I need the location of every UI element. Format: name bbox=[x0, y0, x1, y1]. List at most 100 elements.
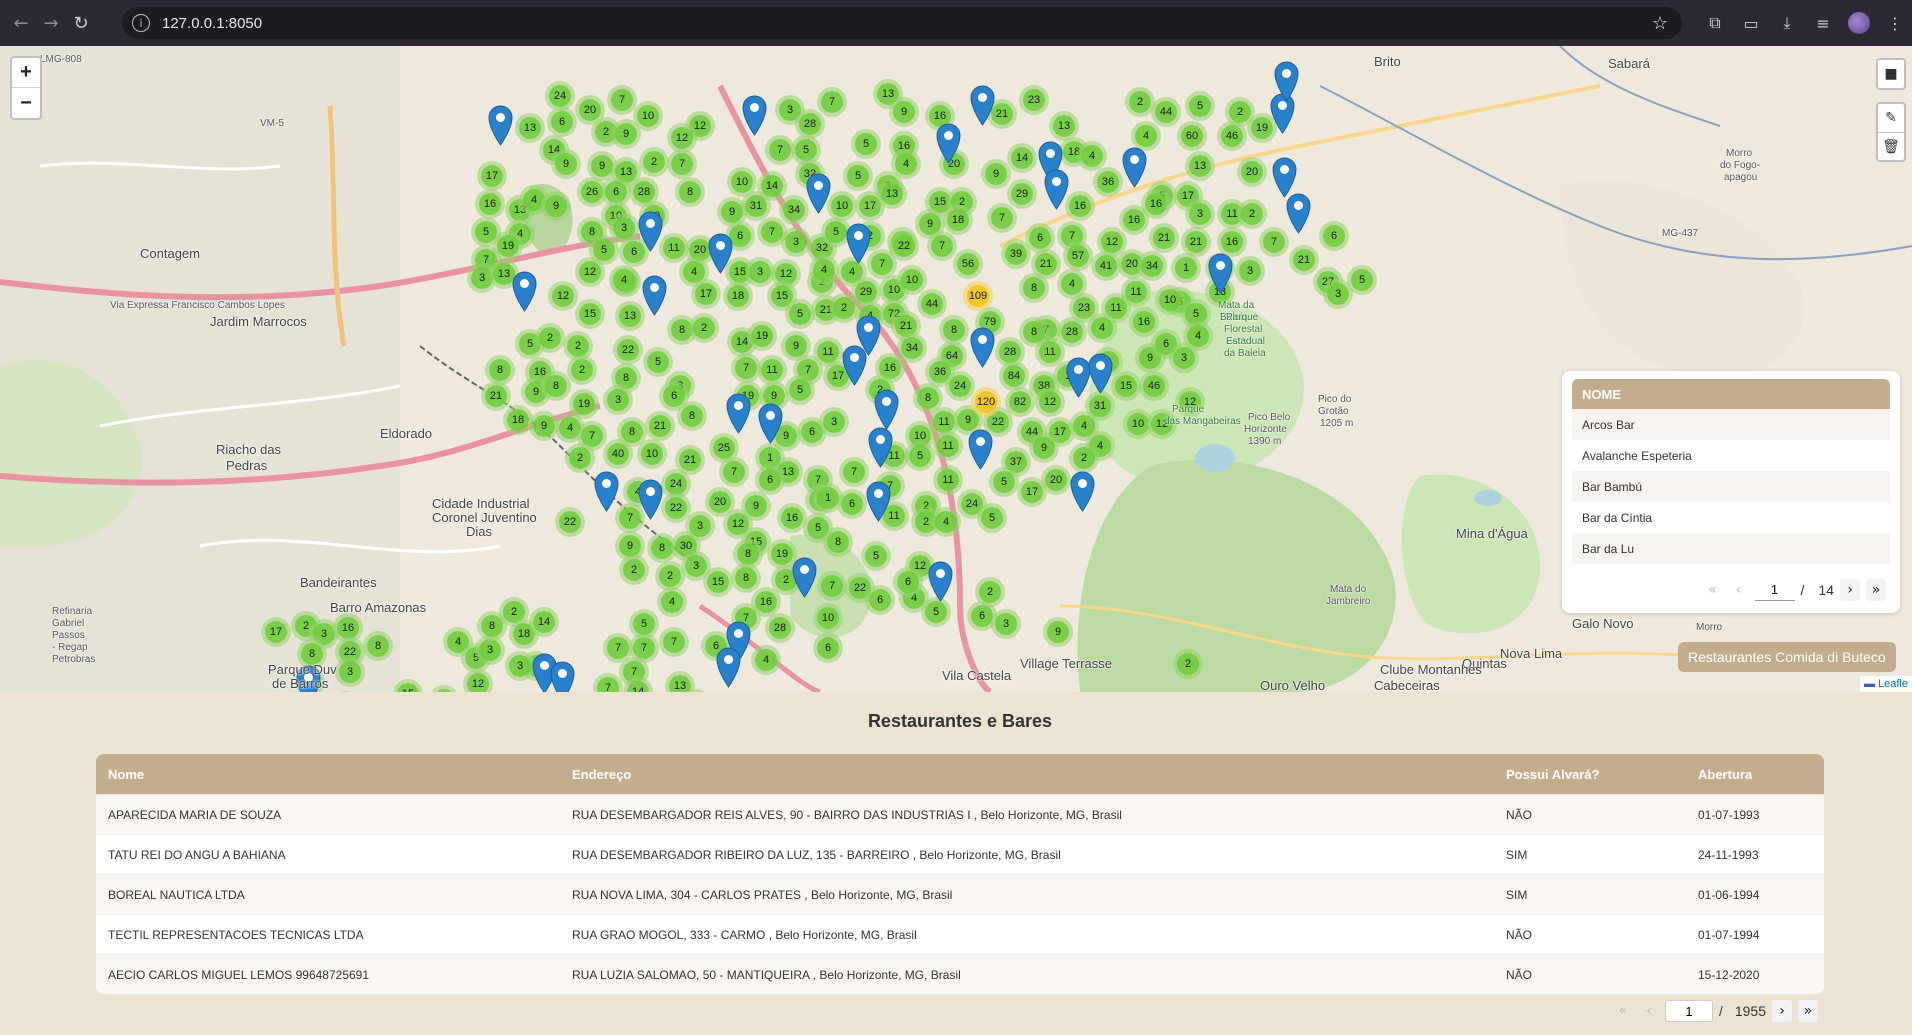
marker-cluster[interactable]: 4 bbox=[609, 265, 639, 295]
marker-cluster[interactable]: 15 bbox=[703, 567, 733, 597]
map-pin-icon[interactable] bbox=[1122, 147, 1147, 188]
map[interactable]: 24 20 7 10 12 3 28 7 13 9 16 21 23 2 44 5 2 13 6 2 9 12 7 5 5 16 1… bbox=[0, 46, 1912, 692]
marker-cluster[interactable]: 21 bbox=[1289, 245, 1319, 275]
marker-cluster[interactable]: 4 bbox=[891, 149, 921, 179]
draw-rectangle-icon[interactable]: ■ bbox=[1878, 60, 1904, 88]
download-icon[interactable]: ⤓ bbox=[1776, 12, 1798, 34]
marker-cluster[interactable]: 31 bbox=[741, 191, 771, 221]
side-table-row[interactable]: Bar da Cíntia bbox=[1572, 502, 1890, 533]
side-table-row[interactable]: Arcos Bar bbox=[1572, 409, 1890, 440]
marker-cluster[interactable]: 9 bbox=[981, 159, 1011, 189]
marker-cluster[interactable]: 3 bbox=[1323, 279, 1353, 309]
marker-cluster[interactable]: 6 bbox=[755, 465, 785, 495]
map-pin-icon[interactable] bbox=[1070, 471, 1095, 512]
marker-cluster[interactable]: 7 bbox=[719, 457, 749, 487]
map-pin-icon[interactable] bbox=[1088, 353, 1113, 394]
cast-icon[interactable]: ▭ bbox=[1740, 12, 1762, 34]
marker-cluster[interactable]: 8 bbox=[363, 631, 393, 661]
marker-cluster[interactable]: 3 bbox=[781, 227, 811, 257]
col-alvara[interactable]: Possui Alvará? bbox=[1494, 767, 1686, 782]
map-pin-icon[interactable] bbox=[846, 223, 871, 264]
side-page-input[interactable] bbox=[1754, 579, 1795, 601]
marker-cluster[interactable]: 22 bbox=[889, 231, 919, 261]
marker-cluster[interactable]: 18 bbox=[503, 405, 533, 435]
marker-cluster[interactable]: 3 bbox=[1185, 199, 1215, 229]
marker-cluster[interactable]: 3 bbox=[991, 609, 1021, 639]
marker-cluster[interactable]: 16 bbox=[1065, 191, 1095, 221]
map-pin-icon[interactable] bbox=[842, 345, 867, 386]
marker-cluster[interactable]: 5 bbox=[861, 541, 891, 571]
extensions-icon[interactable]: ⧉ bbox=[1704, 12, 1726, 34]
marker-cluster[interactable]: 2 bbox=[567, 355, 597, 385]
marker-cluster[interactable]: 19 bbox=[747, 321, 777, 351]
marker-cluster[interactable]: 11 bbox=[933, 465, 963, 495]
side-table-row[interactable]: Bar Bambú bbox=[1572, 471, 1890, 502]
map-pin-icon[interactable] bbox=[1274, 61, 1299, 102]
marker-cluster[interactable]: 19 bbox=[493, 231, 523, 261]
marker-cluster[interactable]: 22 bbox=[555, 507, 585, 537]
marker-cluster[interactable]: 84 bbox=[999, 361, 1029, 391]
next-page-icon[interactable]: › bbox=[1840, 579, 1860, 601]
map-pin-icon[interactable] bbox=[936, 123, 961, 164]
marker-cluster[interactable]: 12 bbox=[575, 257, 605, 287]
marker-cluster[interactable]: 2 bbox=[689, 313, 719, 343]
marker-cluster[interactable]: 9 bbox=[1043, 617, 1073, 647]
map-pin-icon[interactable] bbox=[550, 661, 575, 692]
marker-cluster[interactable]: 10 bbox=[813, 603, 843, 633]
side-table-row[interactable]: Avalanche Espeteria bbox=[1572, 440, 1890, 471]
marker-cluster[interactable]: 11 bbox=[933, 431, 963, 461]
marker-cluster[interactable]: 5 bbox=[977, 503, 1007, 533]
table-row[interactable]: BOREAL NAUTICA LTDA RUA NOVA LIMA, 304 -… bbox=[96, 874, 1824, 914]
marker-cluster[interactable]: 7 bbox=[839, 457, 869, 487]
marker-cluster[interactable]: 20 bbox=[1237, 157, 1267, 187]
marker-cluster[interactable]: 3 bbox=[685, 511, 715, 541]
table-row[interactable]: TECTIL REPRESENTACOES TECNICAS LTDA RUA … bbox=[96, 914, 1824, 954]
attribution-text[interactable]: Leafle bbox=[1878, 678, 1908, 690]
marker-cluster[interactable]: 8 bbox=[1019, 273, 1049, 303]
marker-cluster[interactable]: 4 bbox=[1077, 141, 1107, 171]
map-pin-icon[interactable] bbox=[868, 427, 893, 468]
map-pin-icon[interactable] bbox=[806, 173, 831, 214]
marker-cluster[interactable]: 5 bbox=[989, 467, 1019, 497]
marker-cluster[interactable]: 5 bbox=[851, 129, 881, 159]
media-icon[interactable]: ≡ bbox=[1812, 12, 1834, 34]
marker-cluster[interactable]: 8 bbox=[1019, 317, 1049, 347]
marker-cluster[interactable]: 40 bbox=[603, 439, 633, 469]
marker-cluster[interactable]: 60 bbox=[1177, 121, 1207, 151]
marker-cluster[interactable]: 34 bbox=[1137, 251, 1167, 281]
marker-cluster[interactable]: 109 bbox=[963, 281, 993, 311]
marker-cluster[interactable]: 4 bbox=[1087, 313, 1117, 343]
marker-cluster[interactable]: 15 bbox=[575, 299, 605, 329]
map-pin-icon[interactable] bbox=[1286, 193, 1311, 234]
marker-cluster[interactable]: 2 bbox=[639, 147, 669, 177]
marker-cluster[interactable]: 5 bbox=[1185, 91, 1215, 121]
marker-cluster[interactable]: 20 bbox=[1041, 465, 1071, 495]
marker-cluster[interactable]: 7 bbox=[927, 231, 957, 261]
table-row[interactable]: AECIO CARLOS MIGUEL LEMOS 99648725691 RU… bbox=[96, 954, 1824, 994]
marker-cluster[interactable]: 6 bbox=[547, 107, 577, 137]
marker-cluster[interactable]: 29 bbox=[1007, 179, 1037, 209]
marker-cluster[interactable]: 21 bbox=[1149, 223, 1179, 253]
marker-cluster[interactable]: 46 bbox=[1139, 371, 1169, 401]
marker-cluster[interactable]: 14 bbox=[529, 607, 559, 637]
map-pin-icon[interactable] bbox=[638, 479, 663, 520]
marker-cluster[interactable]: 5 bbox=[785, 299, 815, 329]
map-pin-icon[interactable] bbox=[716, 647, 741, 688]
map-pin-icon[interactable] bbox=[642, 275, 667, 316]
address-bar[interactable]: i 127.0.0.1:8050 ☆ bbox=[122, 7, 1682, 39]
marker-cluster[interactable]: 6 bbox=[1319, 221, 1349, 251]
marker-cluster[interactable]: 7 bbox=[607, 85, 637, 115]
marker-cluster[interactable]: 3 bbox=[505, 651, 535, 681]
marker-cluster[interactable]: 22 bbox=[613, 335, 643, 365]
marker-cluster[interactable]: 1 bbox=[1171, 253, 1201, 283]
marker-cluster[interactable]: 10 bbox=[897, 265, 927, 295]
reload-icon[interactable]: ↻ bbox=[66, 8, 96, 38]
marker-cluster[interactable]: 9 bbox=[541, 191, 571, 221]
map-pin-icon[interactable] bbox=[1208, 253, 1233, 294]
prev-page-icon[interactable]: ‹ bbox=[1729, 579, 1749, 601]
marker-cluster[interactable]: 56 bbox=[953, 249, 983, 279]
map-pin-icon[interactable] bbox=[968, 429, 993, 470]
map-pin-icon[interactable] bbox=[970, 85, 995, 126]
marker-cluster[interactable]: 5 bbox=[785, 375, 815, 405]
marker-cluster[interactable]: 10 bbox=[637, 439, 667, 469]
